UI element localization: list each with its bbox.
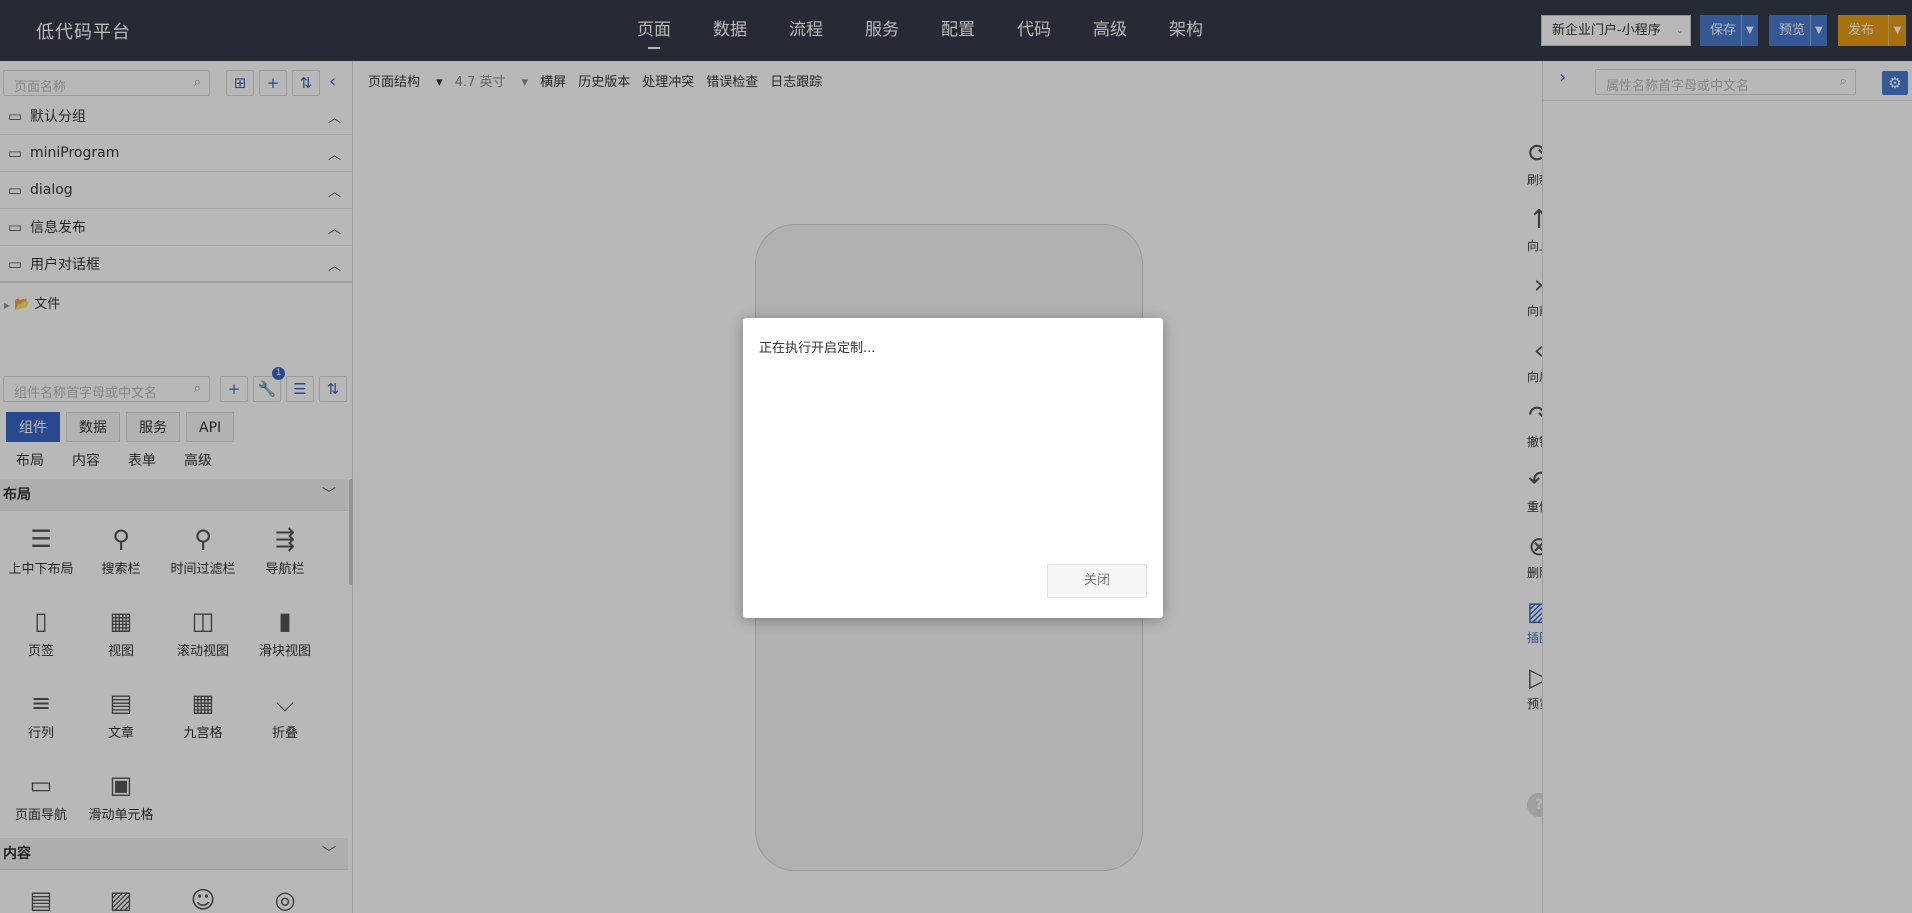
close-button[interactable]: 关闭 — [1047, 564, 1147, 598]
progress-dialog: 正在执行开启定制... 关闭 — [743, 318, 1163, 618]
dialog-message: 正在执行开启定制... — [759, 341, 876, 356]
